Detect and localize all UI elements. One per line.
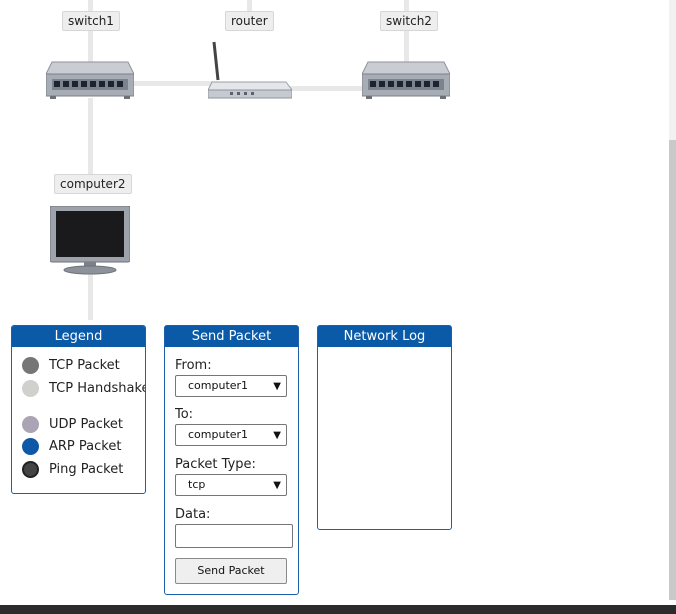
- taskbar: [0, 605, 676, 614]
- legend-item-tcp-handshake: TCP Handshake: [22, 380, 146, 397]
- legend-panel: Legend TCP Packet TCP Handshake UDP Pack…: [11, 325, 146, 494]
- node-label-switch1: switch1: [62, 11, 120, 31]
- to-label: To:: [175, 407, 194, 422]
- from-select[interactable]: computer1 ▼: [175, 375, 287, 397]
- router-icon[interactable]: [207, 40, 293, 104]
- legend-title: Legend: [12, 326, 145, 347]
- arp-packet-dot: [22, 438, 39, 455]
- packet-type-value: tcp: [188, 478, 206, 491]
- chevron-down-icon: ▼: [273, 430, 281, 441]
- to-select-value: computer1: [188, 428, 249, 441]
- from-select-value: computer1: [188, 379, 249, 392]
- send-packet-button[interactable]: Send Packet: [175, 558, 287, 584]
- chevron-down-icon: ▼: [273, 480, 281, 491]
- udp-packet-dot: [22, 416, 39, 433]
- legend-item-label: TCP Packet: [49, 358, 120, 373]
- send-packet-panel: Send Packet From: computer1 ▼ To: comput…: [164, 325, 299, 595]
- data-label: Data:: [175, 507, 211, 522]
- legend-item-ping-packet: Ping Packet: [22, 461, 123, 478]
- to-select[interactable]: computer1 ▼: [175, 424, 287, 446]
- packet-type-label: Packet Type:: [175, 457, 256, 472]
- vertical-scrollbar[interactable]: [669, 0, 676, 600]
- send-packet-title: Send Packet: [165, 326, 298, 347]
- network-log-panel: Network Log: [317, 325, 452, 530]
- legend-item-label: ARP Packet: [49, 439, 122, 454]
- legend-item-udp-packet: UDP Packet: [22, 416, 123, 433]
- ping-packet-dot: [22, 461, 39, 478]
- data-input[interactable]: [175, 524, 293, 548]
- scrollbar-thumb[interactable]: [669, 140, 676, 600]
- switch-icon[interactable]: [45, 60, 135, 104]
- switch-icon[interactable]: [361, 60, 451, 104]
- computer-monitor-icon[interactable]: [49, 205, 131, 280]
- legend-item-label: TCP Handshake: [49, 381, 146, 396]
- edge-switch1-router: [133, 81, 213, 86]
- tcp-packet-dot: [22, 357, 39, 374]
- legend-item-label: UDP Packet: [49, 417, 124, 432]
- from-label: From:: [175, 358, 212, 373]
- legend-item-tcp-packet: TCP Packet: [22, 357, 120, 374]
- legend-item-label: Ping Packet: [49, 462, 124, 477]
- chevron-down-icon: ▼: [273, 381, 281, 392]
- tcp-handshake-dot: [22, 380, 39, 397]
- edge-switch1-computer2: [88, 98, 93, 174]
- network-log-body[interactable]: [318, 348, 451, 529]
- network-log-title: Network Log: [318, 326, 451, 347]
- node-label-switch2: switch2: [380, 11, 438, 31]
- node-label-computer2: computer2: [54, 174, 132, 194]
- edge-router-switch2: [288, 86, 366, 91]
- node-label-router: router: [225, 11, 274, 31]
- legend-item-arp-packet: ARP Packet: [22, 438, 121, 455]
- packet-type-select[interactable]: tcp ▼: [175, 474, 287, 496]
